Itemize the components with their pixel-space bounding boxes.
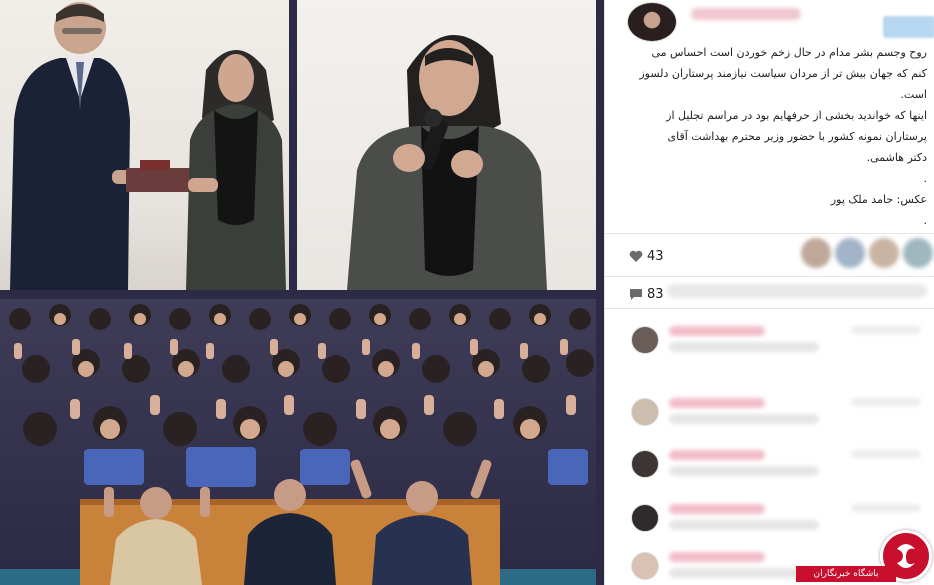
comment-author-blurred[interactable]: [669, 450, 765, 460]
caption-line: .: [923, 214, 928, 227]
likes-count: 43: [647, 248, 664, 264]
heart-icon[interactable]: [629, 250, 643, 263]
comment-author-blurred[interactable]: [669, 552, 765, 562]
award-ceremony-illustration: [10, 2, 286, 290]
caption-line: کنم که جهان بیش تر از مردان سیاست نیازمن…: [639, 67, 927, 80]
instagram-post-panel: روح وجسم بشر مدام در حال زخم خوردن است ا…: [604, 0, 934, 585]
avatar[interactable]: [835, 238, 865, 268]
divider: [605, 233, 934, 234]
comment-text-blurred: [669, 414, 819, 424]
caption-line: .: [923, 172, 928, 185]
comment-text-blurred: [669, 520, 819, 530]
comment-item: [625, 322, 925, 372]
watermark: باشگاه خبرنگاران: [796, 530, 934, 585]
comments-row[interactable]: 83: [629, 283, 664, 305]
likers-avatars-blurred: [801, 238, 934, 274]
photo-group-audience: [0, 299, 596, 585]
comment-text-blurred: [669, 342, 819, 352]
comment-icon[interactable]: [629, 288, 643, 301]
comments-count: 83: [647, 286, 664, 302]
follow-button-blurred[interactable]: [883, 16, 934, 38]
caption-line: است.: [900, 88, 927, 101]
likes-row[interactable]: 43: [629, 245, 664, 267]
audience-illustration: [0, 299, 596, 585]
comment-time-blurred: [851, 504, 921, 512]
screenshot: روح وجسم بشر مدام در حال زخم خوردن است ا…: [0, 0, 934, 585]
comment-text-blurred: [669, 466, 819, 476]
caption-line: روح وجسم بشر مدام در حال زخم خوردن است ا…: [651, 46, 927, 59]
avatar[interactable]: [903, 238, 933, 268]
author-avatar[interactable]: [627, 2, 677, 42]
avatar[interactable]: [631, 326, 659, 354]
comment-author-blurred[interactable]: [669, 504, 765, 514]
caption-line: اینها که خواندید بخشی از حرفهایم بود در …: [666, 109, 927, 122]
comment-author-blurred[interactable]: [669, 398, 765, 408]
avatar[interactable]: [801, 238, 831, 268]
comment-author-blurred[interactable]: [669, 326, 765, 336]
avatar[interactable]: [631, 398, 659, 426]
author-username-blurred[interactable]: [691, 8, 801, 20]
comment-time-blurred: [851, 326, 921, 334]
avatar[interactable]: [631, 504, 659, 532]
comments-label-blurred: [667, 284, 927, 298]
avatar[interactable]: [631, 450, 659, 478]
comment-item: [625, 446, 925, 496]
comment-time-blurred: [851, 398, 921, 406]
avatar[interactable]: [631, 552, 659, 580]
comment-time-blurred: [851, 450, 921, 458]
post-caption: روح وجسم بشر مدام در حال زخم خوردن است ا…: [615, 42, 927, 231]
photo-speech: [297, 0, 596, 290]
caption-line: دکتر هاشمی.: [866, 151, 927, 164]
divider: [605, 308, 934, 309]
divider: [605, 276, 934, 277]
avatar[interactable]: [869, 238, 899, 268]
comment-item: [625, 394, 925, 444]
speech-illustration: [347, 35, 547, 290]
photo-award-ceremony: [0, 0, 289, 290]
photo-collage: [0, 0, 604, 585]
watermark-label: باشگاه خبرنگاران: [796, 566, 896, 582]
caption-line: پرستاران نمونه کشور با حضور وزیر محترم ب…: [667, 130, 928, 143]
post-header: [605, 0, 934, 46]
caption-line: عکس: حامد ملک پور: [830, 193, 927, 206]
